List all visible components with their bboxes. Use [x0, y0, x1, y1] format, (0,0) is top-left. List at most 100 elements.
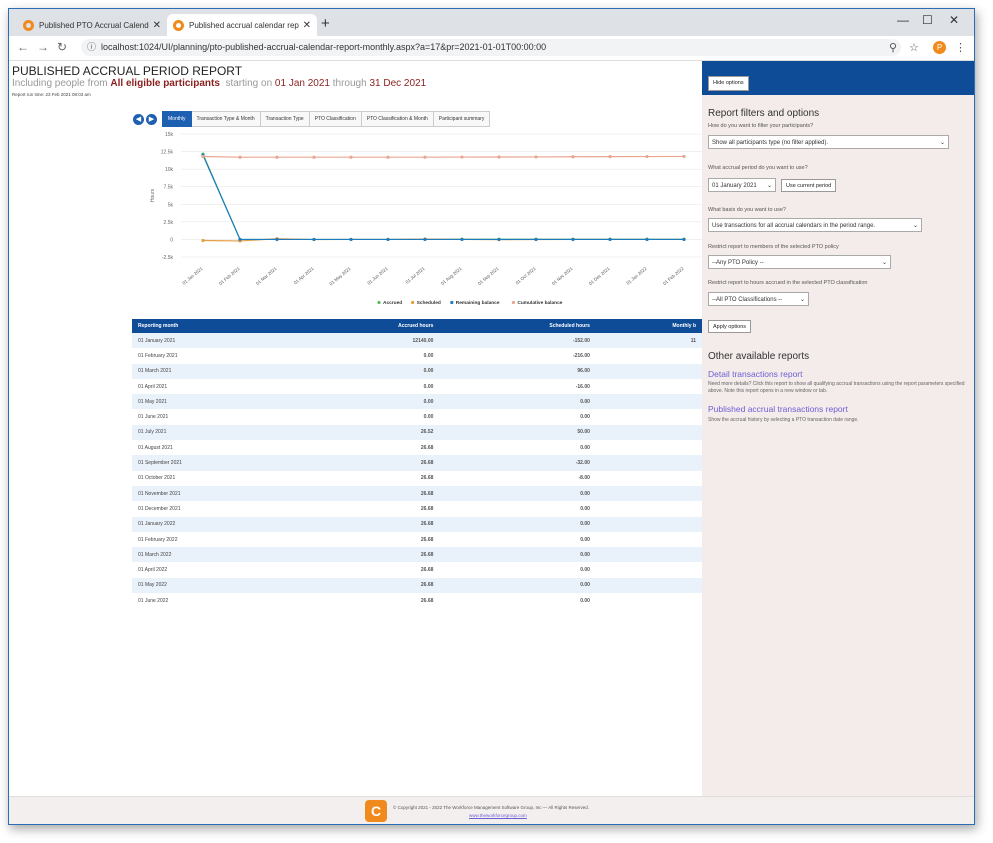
- table-cell: 26.68: [420, 475, 434, 482]
- close-tab-icon[interactable]: ✕: [153, 20, 161, 31]
- column-header[interactable]: Reporting month: [132, 319, 299, 333]
- x-tick-label: 01 May 2021: [328, 266, 352, 287]
- select-value: --Any PTO Policy --: [712, 260, 764, 266]
- column-header[interactable]: Scheduled hours: [439, 319, 596, 333]
- data-point: [682, 237, 686, 242]
- tab-title: Published PTO Accrual Calendar: [39, 20, 149, 30]
- table-row: 01 June 2022 26.68 0.00: [132, 593, 702, 608]
- tab-participant-summary[interactable]: Participant summary: [433, 111, 491, 127]
- maximize-icon[interactable]: ☐: [922, 13, 933, 27]
- table-cell: [595, 455, 702, 471]
- new-tab-button[interactable]: +: [321, 15, 330, 32]
- menu-dots-icon[interactable]: ⋮: [955, 41, 966, 54]
- legend-marker: [377, 300, 381, 305]
- table-cell: 26.68: [420, 505, 434, 512]
- tab-monthly[interactable]: Monthly: [162, 111, 192, 127]
- copyright-text: © Copyright 2021 - 2022 The Workforce Ma…: [393, 805, 589, 810]
- table-row: 01 November 2021 26.68 0.00: [132, 485, 702, 502]
- close-window-icon[interactable]: ✕: [949, 13, 959, 27]
- table-row: 01 February 2022 26.68 0.00: [132, 532, 702, 547]
- select-value: --All PTO Classifications --: [712, 297, 783, 303]
- table-row: 01 February 2021 0.00 -216.00: [132, 348, 702, 363]
- x-tick-label: 01 Oct 2021: [515, 266, 537, 286]
- forward-icon[interactable]: →: [37, 40, 49, 54]
- x-tick-label: 01 Jan 2021: [181, 266, 204, 286]
- basis-question: What basis do you want to use?: [708, 207, 786, 213]
- info-icon[interactable]: ⓘ: [87, 39, 96, 56]
- pto-policy-select[interactable]: --Any PTO Policy -- ⌄: [708, 255, 891, 269]
- column-header[interactable]: Accrued hours: [298, 319, 440, 333]
- detail-report-description: Need more details? Click this report to …: [708, 381, 965, 394]
- star-icon[interactable]: ☆: [909, 41, 919, 54]
- y-tick-label: 12.5k: [161, 150, 174, 156]
- basis-select[interactable]: Use transactions for all accrual calenda…: [708, 218, 922, 232]
- column-header[interactable]: Monthly b: [595, 319, 702, 333]
- previous-arrow-icon[interactable]: ◀: [133, 113, 144, 125]
- policy-question: Restrict report to members of the select…: [708, 244, 839, 250]
- table-cell: [595, 424, 702, 441]
- table-cell: 26.68: [420, 444, 434, 451]
- tab-transaction-type-month[interactable]: Transaction Type & Month: [191, 111, 261, 127]
- table-cell: 0.00: [580, 536, 590, 543]
- y-tick-label: 5k: [168, 202, 174, 208]
- use-current-period-button[interactable]: Use current period: [781, 179, 837, 192]
- table-cell: 0.00: [580, 505, 590, 512]
- participant-filter-select[interactable]: Show all participants type (no filter ap…: [708, 135, 949, 149]
- next-arrow-icon[interactable]: ▶: [146, 113, 157, 125]
- minimize-icon[interactable]: —: [897, 13, 909, 27]
- table-cell: [595, 394, 702, 410]
- series-line: [202, 155, 685, 158]
- period-select[interactable]: 01 January 2021 ⌄: [708, 178, 776, 192]
- table-cell: 0.00: [423, 383, 434, 390]
- chevron-down-icon: ⌄: [799, 297, 805, 303]
- table-cell: -8.00: [578, 475, 590, 482]
- tab-pto-classification-month[interactable]: PTO Classification & Month: [361, 111, 434, 127]
- table-cell: 0.00: [580, 414, 590, 421]
- close-tab-icon[interactable]: ✕: [303, 20, 311, 31]
- data-point: [201, 154, 205, 159]
- legend-marker: [411, 300, 415, 305]
- x-tick-label: 01 Apr 2021: [293, 266, 315, 286]
- sidebar-header: Hide options: [702, 61, 974, 95]
- table-cell: [595, 363, 702, 379]
- table-cell: 01 June 2021: [138, 414, 169, 421]
- detail-transactions-report-link[interactable]: Detail transactions report: [708, 369, 803, 379]
- table-row: 01 May 2021 0.00 0.00: [132, 394, 702, 410]
- pto-classification-select[interactable]: --All PTO Classifications -- ⌄: [708, 292, 809, 306]
- x-tick-label: 01 Jul 2021: [405, 266, 426, 285]
- profile-avatar[interactable]: P: [933, 41, 946, 54]
- chevron-down-icon: ⌄: [912, 223, 918, 229]
- hide-options-button[interactable]: Hide options: [708, 76, 749, 91]
- page-title: PUBLISHED ACCRUAL PERIOD REPORT: [12, 64, 243, 78]
- app-favicon-icon: [23, 19, 34, 31]
- data-point: [608, 155, 612, 159]
- table-cell: 26.68: [298, 577, 440, 594]
- filters-heading: Report filters and options: [708, 108, 820, 119]
- published-accrual-transactions-link[interactable]: Published accrual transactions report: [708, 404, 848, 414]
- y-tick-label: 7.5k: [164, 185, 174, 191]
- tab-pto-classification[interactable]: PTO Classification: [309, 111, 362, 127]
- y-tick-label: 0: [170, 237, 173, 243]
- zoom-icon[interactable]: ⚲: [889, 41, 897, 54]
- table-cell: [595, 516, 702, 532]
- browser-tab-2[interactable]: Published accrual calendar repo ✕: [167, 14, 317, 36]
- table-cell: 0.00: [439, 547, 596, 563]
- table-row: 01 March 2021 0.00 96.00: [132, 363, 702, 379]
- table-cell: 01 May 2022: [132, 577, 299, 594]
- table-cell: -216.00: [572, 352, 590, 359]
- apply-options-button[interactable]: Apply options: [708, 320, 752, 333]
- table-cell: 26.52: [298, 424, 440, 441]
- browser-tab-1[interactable]: Published PTO Accrual Calendar ✕: [17, 14, 167, 36]
- company-website-link[interactable]: www.theworkforcegroup.com: [469, 813, 527, 818]
- tab-transaction-type[interactable]: Transaction Type: [260, 111, 310, 127]
- back-icon[interactable]: ←: [17, 40, 29, 54]
- table-cell: [596, 501, 702, 516]
- x-tick-label: 01 Jun 2021: [366, 266, 389, 286]
- table-cell: 11: [595, 333, 702, 349]
- published-report-description: Show the accrual history by selecting a …: [708, 417, 859, 423]
- data-point: [238, 155, 242, 159]
- url-input[interactable]: ⓘ localhost:1024/UI/planning/pto-publish…: [81, 39, 901, 56]
- reload-icon[interactable]: ↻: [57, 40, 67, 54]
- table-cell: [596, 440, 702, 455]
- subtitle-participants: All eligible participants: [110, 78, 220, 89]
